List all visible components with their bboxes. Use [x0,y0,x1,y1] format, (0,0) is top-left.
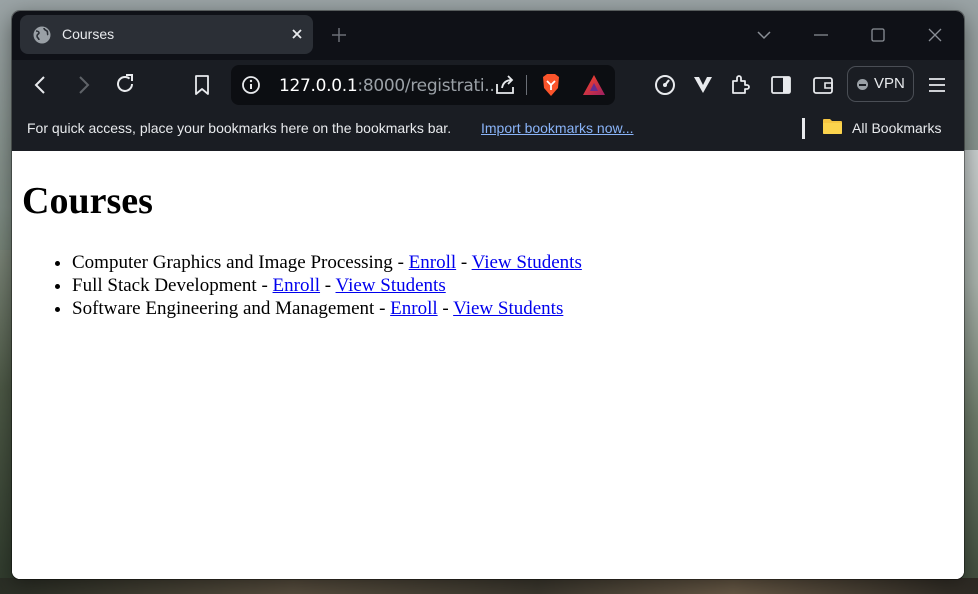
bookmark-icon[interactable] [191,74,213,96]
import-bookmarks-link[interactable]: Import bookmarks now... [481,120,634,136]
reload-icon[interactable] [114,73,136,95]
new-tab-icon[interactable] [330,26,348,44]
close-icon[interactable] [289,26,305,42]
list-item: Full Stack Development - Enroll - View S… [72,274,582,297]
enroll-link[interactable]: Enroll [409,252,457,273]
minimize-icon[interactable] [812,26,830,44]
list-item: Computer Graphics and Image Processing -… [72,251,582,274]
course-name: Software Engineering and Management [72,298,375,319]
list-item: Software Engineering and Management - En… [72,297,582,320]
tab-strip: Courses [12,11,964,60]
address-bar[interactable]: 127.0.0.1:8000/registrati... [231,65,615,105]
vpn-shield-v-icon[interactable] [692,74,714,96]
page-title: Courses [22,180,153,222]
url-text: 127.0.0.1:8000/registrati... [279,76,500,96]
enroll-link[interactable]: Enroll [390,298,438,319]
wallet-icon[interactable] [812,74,834,96]
desktop-wallpaper-bottom [0,578,978,594]
extensions-icon[interactable] [729,74,751,96]
vpn-label: VPN [874,75,905,92]
omnibox-divider [526,75,527,95]
bookmarks-bar-hint: For quick access, place your bookmarks h… [27,120,452,136]
view-students-link[interactable]: View Students [453,298,563,319]
course-list: Computer Graphics and Image Processing -… [72,251,582,320]
speedometer-icon[interactable] [654,74,676,96]
maximize-icon[interactable] [869,26,887,44]
vpn-status-icon [857,79,868,90]
back-icon[interactable] [30,74,52,96]
course-name: Full Stack Development [72,275,257,296]
view-students-link[interactable]: View Students [336,275,446,296]
sidebar-icon[interactable] [770,74,792,96]
globe-icon [33,26,51,44]
window-close-icon[interactable] [926,26,944,44]
folder-icon [823,119,842,134]
tab-courses[interactable]: Courses [20,15,313,54]
site-info-icon[interactable] [241,75,261,95]
share-icon[interactable] [494,74,516,96]
brave-rewards-icon[interactable] [582,74,606,96]
course-name: Computer Graphics and Image Processing [72,252,393,273]
browser-toolbar: 127.0.0.1:8000/registrati... VPN [12,60,964,110]
desktop-wallpaper-right [962,150,978,594]
bookmarks-divider [802,118,805,139]
tab-title: Courses [62,26,115,42]
brave-shields-icon[interactable] [540,73,562,97]
menu-icon[interactable] [926,74,948,96]
vpn-button[interactable]: VPN [847,66,914,102]
tab-search-chevron-icon[interactable] [755,26,773,44]
enroll-link[interactable]: Enroll [273,275,321,296]
forward-icon[interactable] [72,74,94,96]
view-students-link[interactable]: View Students [472,252,582,273]
browser-window: Courses 127.0.0.1:8000/registrati... VPN… [12,11,964,579]
all-bookmarks-button[interactable]: All Bookmarks [852,120,941,136]
page-content: Courses Computer Graphics and Image Proc… [12,151,964,579]
bookmarks-bar: For quick access, place your bookmarks h… [12,110,964,151]
